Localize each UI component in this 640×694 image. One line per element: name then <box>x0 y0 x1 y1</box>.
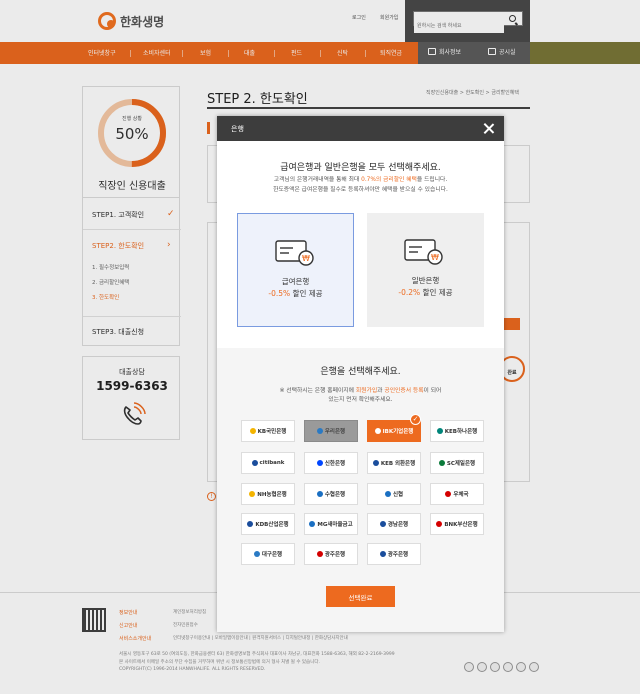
bank-logo-icon <box>251 460 258 466</box>
desc-highlight: 0.7%의 금리할인 혜택 <box>361 177 417 183</box>
bank-label: 경남은행 <box>387 522 409 528</box>
general-bank-option[interactable]: ₩ 일반은행 -0.2% 할인 제공 <box>367 213 484 327</box>
bank-label: citibank <box>259 460 285 466</box>
bank-logo-icon <box>436 521 443 527</box>
bank-option[interactable]: NH농협은행 <box>241 483 295 505</box>
desc-text: 한도증액은 급여은행을 필수로 등록하셔야만 혜택을 받으실 수 있습니다. <box>273 187 448 193</box>
general-bank-discount: -0.2% 할인 제공 <box>367 287 484 298</box>
bank-label: NH농협은행 <box>257 492 287 498</box>
svg-text:₩: ₩ <box>431 253 439 262</box>
bank-label: 신협 <box>392 492 404 498</box>
bank-label: KDB산업은행 <box>255 522 289 528</box>
bank-logo-icon <box>316 551 323 557</box>
notice-highlight-cert: 공인인증서 등록 <box>384 388 424 394</box>
bank-option[interactable]: MG새마을금고 <box>304 513 358 535</box>
salary-bank-discount: -0.5% 할인 제공 <box>238 288 353 299</box>
discount-rate: -0.2% <box>398 288 421 297</box>
bank-logo-icon <box>247 521 254 527</box>
modal-title: 은행 <box>231 125 244 133</box>
bank-label: SC제일은행 <box>446 461 476 467</box>
question-both-banks: 급여은행과 일반은행을 모두 선택해주세요. <box>280 163 441 173</box>
bank-label: MG새마을금고 <box>317 522 353 528</box>
bank-card-icon: ₩ <box>404 239 443 265</box>
bank-select-modal: 은행 급여은행과 일반은행을 모두 선택해주세요. 고객님의 은행거래내역을 통… <box>217 116 504 632</box>
bank-option[interactable]: 수협은행 <box>304 483 358 505</box>
notice-highlight-join: 회원가입 <box>355 388 378 394</box>
bank-logo-icon <box>445 491 452 497</box>
bank-label: 우체국 <box>453 492 469 498</box>
bank-option[interactable]: KEB 외환은행 <box>367 452 421 474</box>
bank-option[interactable]: KDB산업은행 <box>241 513 295 535</box>
bank-logo-icon <box>316 428 323 434</box>
bank-logo-icon <box>374 428 381 434</box>
bank-logo-icon <box>249 491 256 497</box>
notice-text: 있는지 먼저 확인해주세요. <box>328 397 393 403</box>
salary-bank-option[interactable]: ₩ 급여은행 -0.5% 할인 제공 <box>237 213 354 327</box>
bank-label: BNK부산은행 <box>444 522 478 528</box>
bank-option[interactable]: SC제일은행 <box>430 452 484 474</box>
bank-card-icon: ₩ <box>275 240 314 266</box>
bank-label: 대구은행 <box>261 552 283 558</box>
select-complete-button[interactable]: 선택완료 <box>326 586 395 607</box>
modal-header: 은행 <box>217 116 504 141</box>
bank-label: KEB하나은행 <box>444 429 478 435</box>
selected-check-icon: ✓ <box>410 414 421 425</box>
bank-option[interactable]: 광주은행 <box>304 543 358 565</box>
bank-option[interactable]: 광주은행 <box>367 543 421 565</box>
bank-option[interactable]: 우리은행 <box>304 420 358 442</box>
bank-logo-icon <box>372 460 379 466</box>
bank-option[interactable]: 경남은행 <box>367 513 421 535</box>
desc-text: 을 드립니다. <box>416 177 448 183</box>
notice-text: ※ 선택하시는 은행 홈페이지에 <box>279 388 356 394</box>
bank-option[interactable]: 대구은행 <box>241 543 295 565</box>
bank-select-notice: ※ 선택하시는 은행 홈페이지에 회원가입과 공인인증서 등록이 되어 있는지 … <box>217 387 504 405</box>
bank-label: 수협은행 <box>324 492 346 498</box>
notice-text: 이 되어 <box>423 388 442 394</box>
discount-rate: -0.5% <box>268 289 291 298</box>
bank-logo-icon <box>438 460 445 466</box>
bank-logo-icon <box>253 551 260 557</box>
discount-suffix: 할인 제공 <box>290 289 323 298</box>
question-select-bank: 은행을 선택해주세요. <box>320 367 401 377</box>
question-description: 고객님의 은행거래내역을 통해 최대 0.7%의 금리할인 혜택을 드립니다. … <box>217 175 504 195</box>
bank-label: 신한은행 <box>324 461 346 467</box>
bank-logo-icon <box>309 521 316 527</box>
bank-option[interactable]: 우체국 <box>430 483 484 505</box>
bank-label: 우리은행 <box>324 429 346 435</box>
bank-logo-icon <box>316 460 323 466</box>
bank-logo-icon <box>379 521 386 527</box>
bank-option[interactable]: citibank <box>241 452 295 474</box>
bank-logo-icon <box>249 428 256 434</box>
bank-option[interactable]: KB국민은행 <box>241 420 295 442</box>
bank-option[interactable]: KEB하나은행 <box>430 420 484 442</box>
bank-logo-icon <box>436 428 443 434</box>
salary-bank-label: 급여은행 <box>281 277 310 286</box>
bank-label: KEB 외환은행 <box>380 461 416 467</box>
bank-option[interactable]: BNK부산은행 <box>430 513 484 535</box>
bank-label: IBK기업은행 <box>382 429 414 435</box>
general-bank-label: 일반은행 <box>411 276 440 285</box>
bank-logo-icon <box>316 491 323 497</box>
bank-logo-icon <box>379 551 386 557</box>
close-icon[interactable] <box>483 122 495 134</box>
bank-logo-icon <box>384 491 391 497</box>
desc-text: 고객님의 은행거래내역을 통해 최대 <box>273 177 362 183</box>
svg-text:₩: ₩ <box>302 254 310 263</box>
bank-label: 광주은행 <box>387 552 409 558</box>
page: 한화생명 로그인 회원가입 인터넷창구 소비자센터 보험 대출 펀드 신탁 퇴직… <box>0 0 640 694</box>
bank-label: 광주은행 <box>324 552 346 558</box>
discount-suffix: 할인 제공 <box>420 288 453 297</box>
bank-label: KB국민은행 <box>257 429 287 435</box>
bank-option[interactable]: 신한은행 <box>304 452 358 474</box>
bank-option[interactable]: 신협 <box>367 483 421 505</box>
